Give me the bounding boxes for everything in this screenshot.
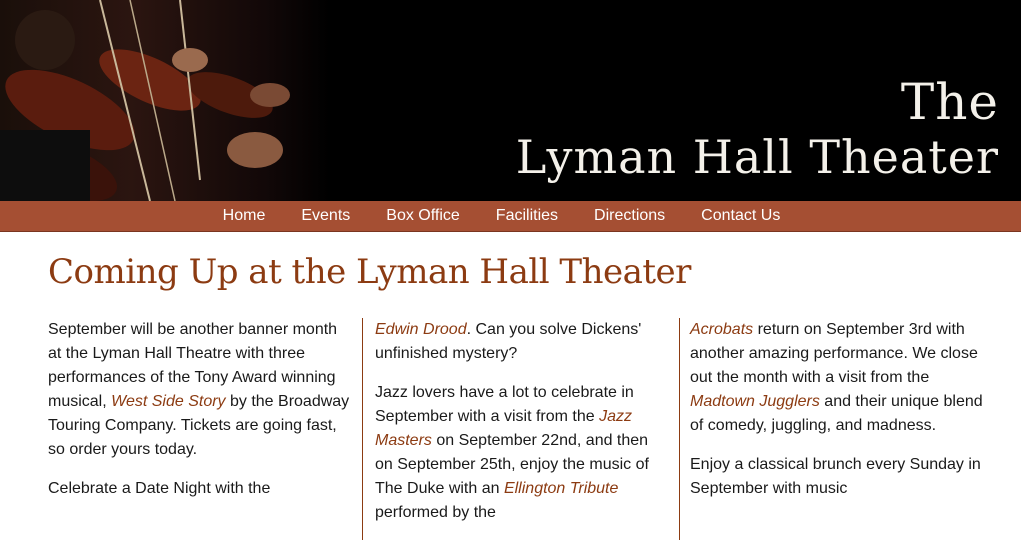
link-madtown-jugglers[interactable]: Madtown Jugglers	[690, 393, 820, 410]
page-title: Coming Up at the Lyman Hall Theater	[48, 252, 691, 292]
paragraph: Edwin Drood. Can you solve Dickens' unfi…	[375, 318, 667, 366]
paragraph: Celebrate a Date Night with the	[48, 477, 350, 501]
nav-facilities[interactable]: Facilities	[478, 207, 576, 225]
nav-events[interactable]: Events	[283, 207, 368, 225]
text: performed by the	[375, 504, 496, 521]
text: Jazz lovers have a lot to celebrate in S…	[375, 384, 634, 425]
text: Celebrate a Date Night with the	[48, 480, 271, 497]
link-acrobats[interactable]: Acrobats	[690, 321, 753, 338]
link-west-side-story[interactable]: West Side Story	[111, 393, 225, 410]
paragraph: Acrobats return on September 3rd with an…	[690, 318, 985, 438]
paragraph: Enjoy a classical brunch every Sunday in…	[690, 453, 985, 501]
column-1: September will be another banner month a…	[48, 318, 362, 540]
logo-line-2: Lyman Hall Theater	[515, 130, 999, 184]
nav-box-office[interactable]: Box Office	[368, 207, 478, 225]
nav-directions[interactable]: Directions	[576, 207, 683, 225]
column-3: Acrobats return on September 3rd with an…	[679, 318, 997, 540]
logo-line-1: The	[900, 73, 999, 131]
article-columns: September will be another banner month a…	[48, 318, 1021, 540]
text: Enjoy a classical brunch every Sunday in…	[690, 456, 981, 497]
paragraph: Jazz lovers have a lot to celebrate in S…	[375, 381, 667, 525]
paragraph: September will be another banner month a…	[48, 318, 350, 462]
main-content: Coming Up at the Lyman Hall Theater Sept…	[0, 232, 1021, 540]
violinists-photo	[0, 0, 330, 201]
link-ellington-tribute[interactable]: Ellington Tribute	[504, 480, 618, 497]
main-nav: Home Events Box Office Facilities Direct…	[0, 201, 1021, 232]
nav-home[interactable]: Home	[223, 207, 284, 225]
column-2: Edwin Drood. Can you solve Dickens' unfi…	[362, 318, 679, 540]
site-header: The Lyman Hall Theater	[0, 0, 1021, 201]
link-edwin-drood[interactable]: Edwin Drood	[375, 321, 467, 338]
site-logo[interactable]: The Lyman Hall Theater	[516, 74, 999, 184]
nav-contact-us[interactable]: Contact Us	[683, 207, 798, 225]
